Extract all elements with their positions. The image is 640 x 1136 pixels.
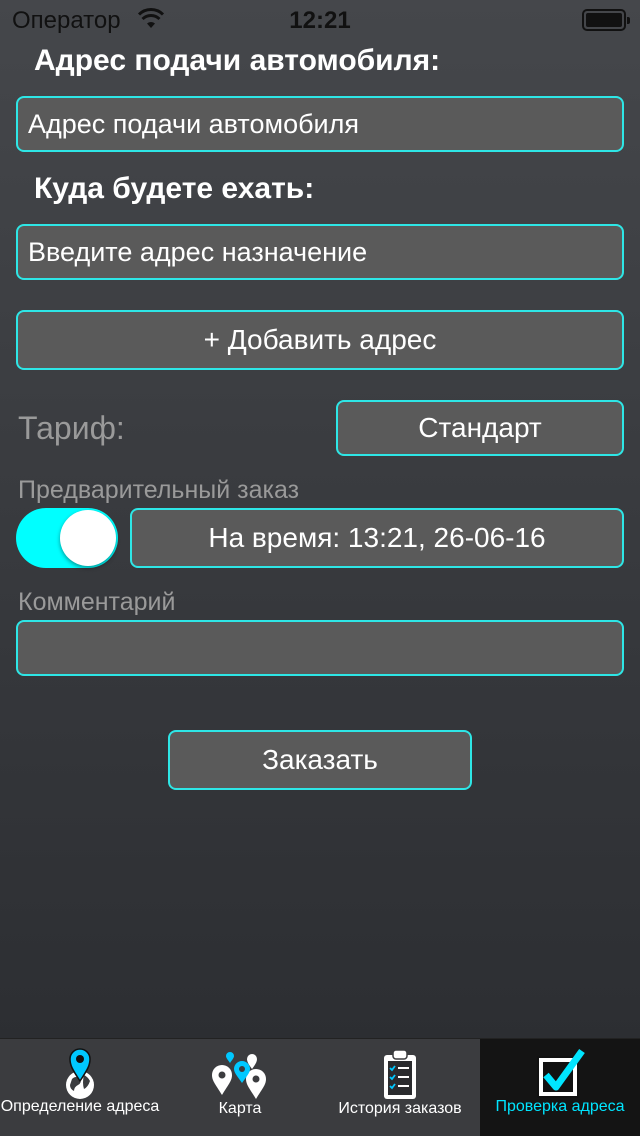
tab-address-detection[interactable]: Определение адреса bbox=[0, 1039, 160, 1136]
comment-label: Комментарий bbox=[18, 588, 176, 616]
tab-label: Проверка адреса bbox=[495, 1098, 625, 1115]
preorder-toggle[interactable] bbox=[16, 508, 118, 568]
destination-address-input[interactable]: Введите адрес назначение bbox=[16, 224, 624, 280]
preorder-label: Предварительный заказ bbox=[18, 476, 300, 504]
tab-label: История заказов bbox=[338, 1100, 462, 1117]
tab-map[interactable]: Карта bbox=[160, 1039, 320, 1136]
tab-address-check[interactable]: Проверка адреса bbox=[480, 1039, 640, 1136]
comment-input[interactable] bbox=[16, 620, 624, 676]
tab-order-history[interactable]: История заказов bbox=[320, 1039, 480, 1136]
tab-bar: Определение адреса Карта История заказов bbox=[0, 1038, 640, 1136]
destination-heading: Куда будете ехать: bbox=[34, 172, 315, 205]
toggle-knob bbox=[60, 510, 116, 566]
clipboard-list-icon bbox=[384, 1049, 416, 1099]
tab-label: Определение адреса bbox=[0, 1098, 160, 1115]
tariff-label: Тариф: bbox=[18, 410, 125, 446]
order-button[interactable]: Заказать bbox=[168, 730, 472, 790]
checkbox-icon bbox=[537, 1048, 585, 1098]
add-address-button[interactable]: + Добавить адрес bbox=[16, 310, 624, 370]
preorder-time-button[interactable]: На время: 13:21, 26-06-16 bbox=[130, 508, 624, 568]
globe-pin-icon bbox=[66, 1048, 94, 1099]
battery-icon bbox=[582, 9, 630, 31]
map-pins-icon bbox=[212, 1052, 266, 1099]
pickup-heading: Адрес подачи автомобиля: bbox=[34, 44, 441, 77]
pickup-address-input[interactable]: Адрес подачи автомобиля bbox=[16, 96, 624, 152]
clock: 12:21 bbox=[289, 7, 351, 34]
status-bar: Оператор 12:21 bbox=[0, 0, 640, 40]
tariff-select-button[interactable]: Стандарт bbox=[336, 400, 624, 456]
tab-label: Карта bbox=[218, 1100, 262, 1117]
